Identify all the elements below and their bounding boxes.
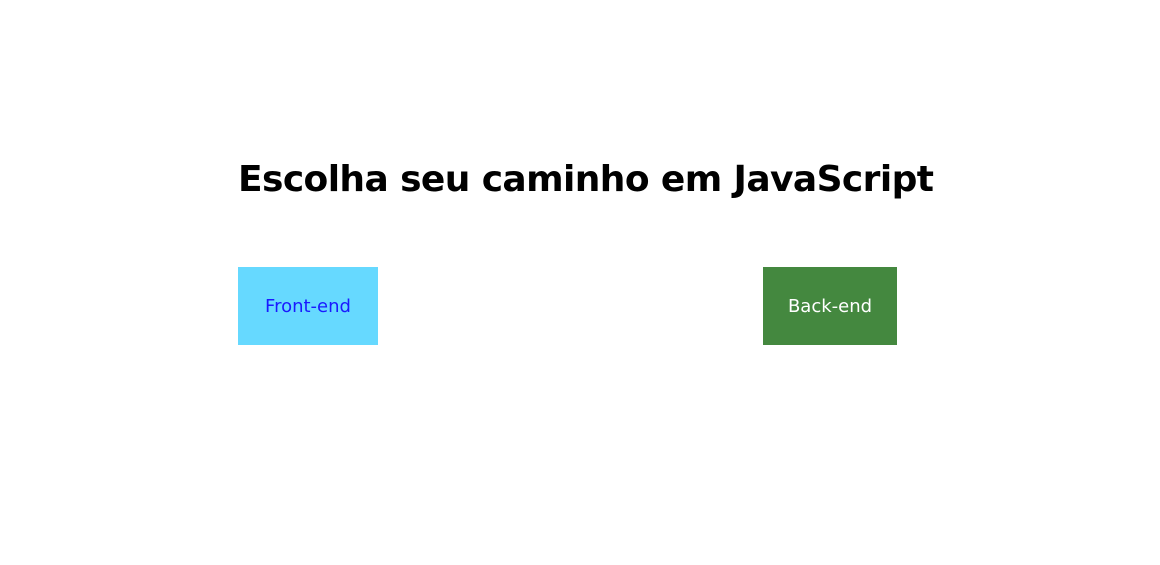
main-container: Escolha seu caminho em JavaScript Front-… (238, 156, 934, 345)
backend-button-label: Back-end (787, 295, 873, 317)
frontend-button[interactable]: Front-end (238, 267, 378, 345)
backend-button[interactable]: Back-end (763, 267, 897, 345)
path-button-row: Front-end Back-end (238, 267, 897, 345)
frontend-button-label: Front-end (265, 295, 351, 317)
page-title: Escolha seu caminho em JavaScript (238, 159, 934, 200)
